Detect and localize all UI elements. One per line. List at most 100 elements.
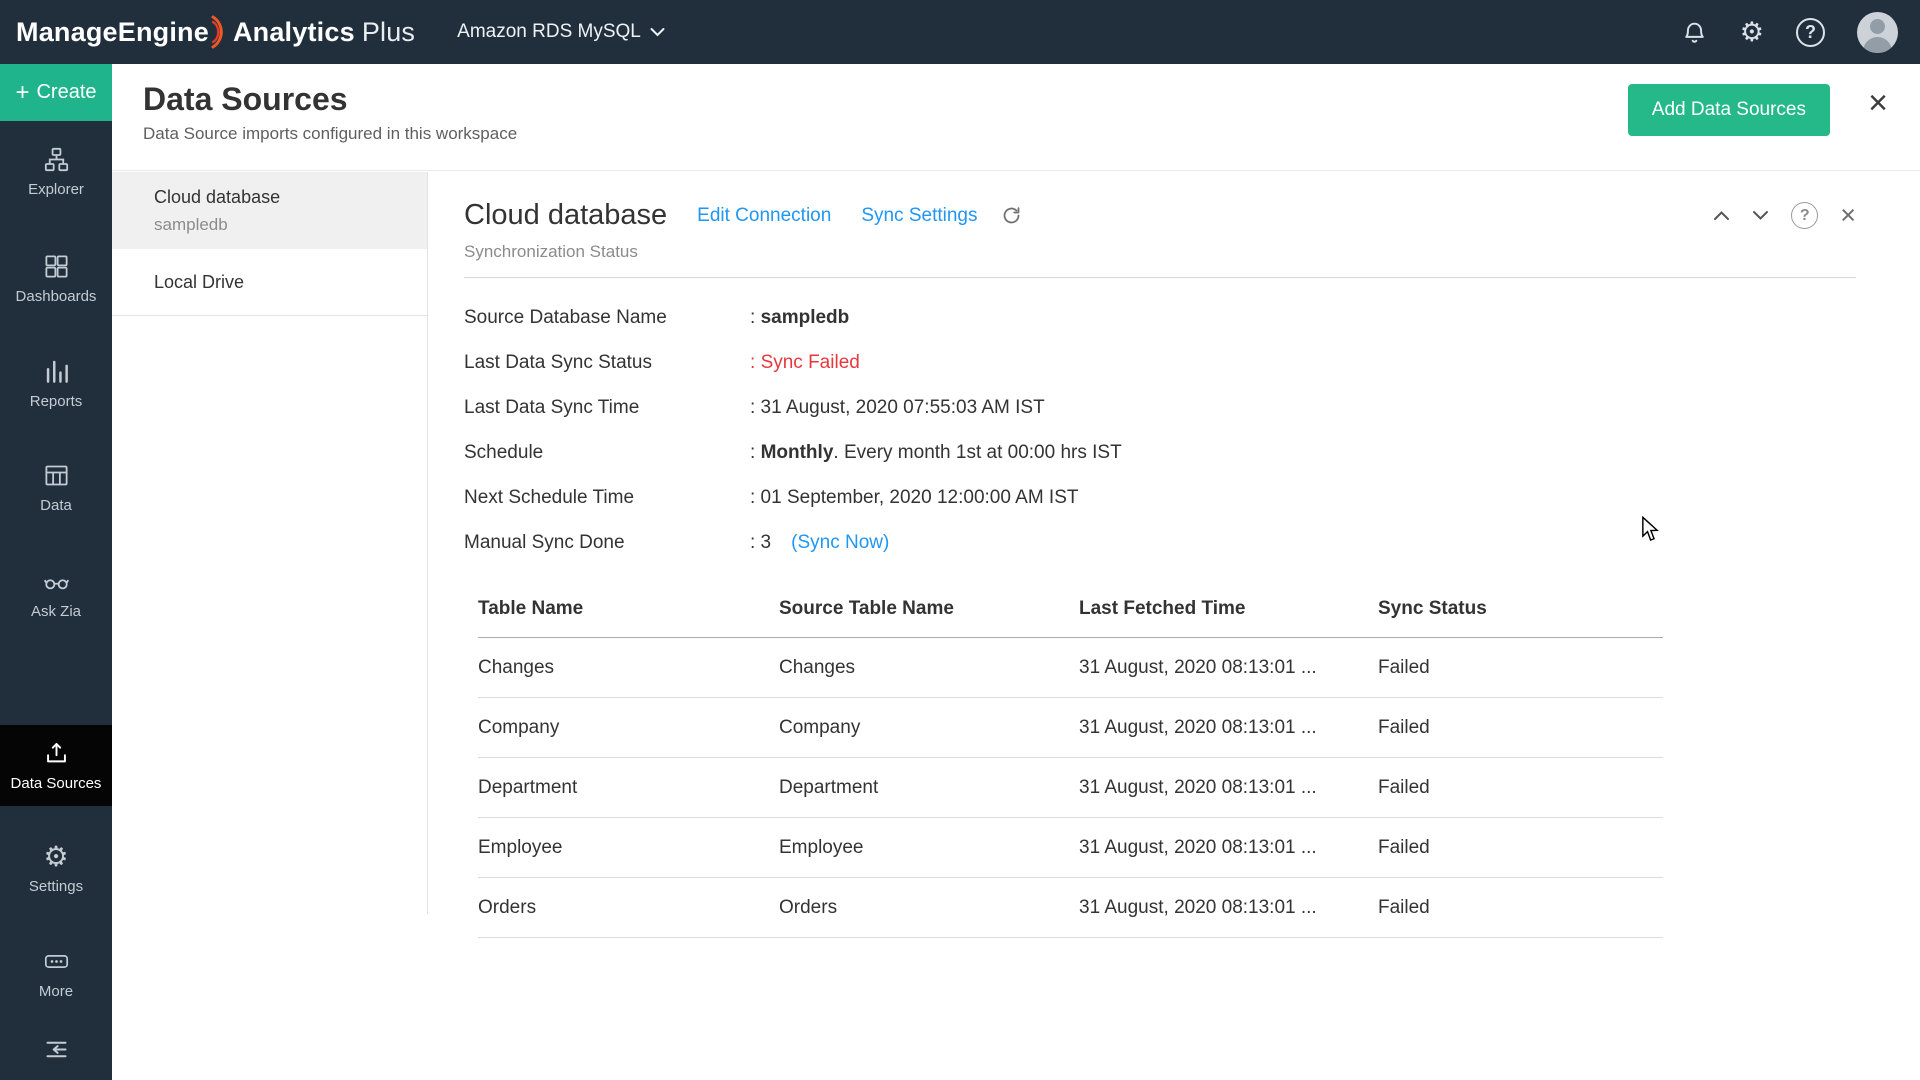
detail-title: Cloud database xyxy=(464,199,667,232)
sidebar-item-label: Reports xyxy=(30,393,83,410)
sync-table-head: Table Name Source Table Name Last Fetche… xyxy=(478,598,1663,638)
info-value: : Sync Failed xyxy=(750,351,860,374)
sidebar-item-data-sources[interactable]: Data Sources xyxy=(0,725,112,806)
ask-zia-icon xyxy=(43,568,70,595)
info-value: : Monthly. Every month 1st at 00:00 hrs … xyxy=(750,441,1122,464)
brand-swoosh-icon xyxy=(211,15,227,49)
detail-close-icon[interactable]: × xyxy=(1840,202,1856,229)
help-question-mark: ? xyxy=(1796,18,1825,47)
sync-settings-link[interactable]: Sync Settings xyxy=(861,205,977,227)
settings-gear-icon[interactable]: ⚙ xyxy=(1740,19,1764,46)
page-subtitle: Data Source imports configured in this w… xyxy=(143,124,517,144)
info-label: Schedule xyxy=(464,441,750,464)
info-row-schedule: Schedule : Monthly. Every month 1st at 0… xyxy=(464,441,1856,464)
info-label: Last Data Sync Status xyxy=(464,351,750,374)
table-cell: 31 August, 2020 08:13:01 ... xyxy=(1079,758,1378,818)
table-cell: Failed xyxy=(1378,638,1663,698)
detail-controls: ? × xyxy=(1713,202,1856,229)
plus-icon: + xyxy=(15,81,29,105)
info-row-next-schedule: Next Schedule Time : 01 September, 2020 … xyxy=(464,486,1856,509)
info-value: : 3(Sync Now) xyxy=(750,531,889,554)
table-cell: 31 August, 2020 08:13:01 ... xyxy=(1079,638,1378,698)
avatar-torso xyxy=(1863,37,1892,53)
chevron-up-icon[interactable] xyxy=(1713,210,1730,221)
collapse-sidebar-icon xyxy=(43,1036,70,1063)
topbar-actions: ⚙ ? xyxy=(1681,12,1898,53)
content-area: Cloud database sampledb Local Drive Clou… xyxy=(112,172,1920,1080)
settings-gear-icon: ⚙ xyxy=(43,843,68,870)
sync-status-failed: : xyxy=(750,352,761,373)
help-question-mark: ? xyxy=(1791,202,1818,229)
info-value: : sampledb xyxy=(750,306,849,329)
source-item-local-drive[interactable]: Local Drive xyxy=(112,249,427,316)
workspace-selector[interactable]: Amazon RDS MySQL xyxy=(457,21,665,43)
column-header-source-table-name: Source Table Name xyxy=(779,598,1079,638)
table-cell: Orders xyxy=(779,878,1079,938)
add-data-sources-button[interactable]: Add Data Sources xyxy=(1628,84,1830,136)
table-cell: Employee xyxy=(478,818,779,878)
table-row: ChangesChanges31 August, 2020 08:13:01 .… xyxy=(478,638,1663,698)
dashboards-icon xyxy=(43,253,70,280)
table-cell: Employee xyxy=(779,818,1079,878)
sync-now-link[interactable]: (Sync Now) xyxy=(791,532,889,553)
info-label: Next Schedule Time xyxy=(464,486,750,509)
sync-table-body: ChangesChanges31 August, 2020 08:13:01 .… xyxy=(478,638,1663,938)
info-row-source-db: Source Database Name : sampledb xyxy=(464,306,1856,329)
detail-header: Cloud database Edit Connection Sync Sett… xyxy=(464,199,1856,232)
source-subtitle: sampledb xyxy=(154,215,413,235)
sidebar-item-dashboards[interactable]: Dashboards xyxy=(0,253,112,305)
source-list-panel: Cloud database sampledb Local Drive xyxy=(112,172,428,914)
sidebar-item-reports[interactable]: Reports xyxy=(0,358,112,410)
page-header: Data Sources Data Source imports configu… xyxy=(112,64,1920,171)
user-avatar[interactable] xyxy=(1857,12,1898,53)
sidebar-item-more[interactable]: More xyxy=(0,948,112,1000)
brand-logo: ManageEngine Analytics Plus xyxy=(16,15,415,49)
info-row-sync-time: Last Data Sync Time : 31 August, 2020 07… xyxy=(464,396,1856,419)
help-icon[interactable]: ? xyxy=(1796,18,1825,47)
table-cell: Failed xyxy=(1378,818,1663,878)
create-button[interactable]: + Create xyxy=(0,64,112,121)
sync-info-block: Source Database Name : sampledb Last Dat… xyxy=(464,306,1856,554)
sidebar-item-label: Explorer xyxy=(28,181,84,198)
sidebar-item-label: Data Sources xyxy=(11,775,102,792)
chevron-down-icon[interactable] xyxy=(1752,210,1769,221)
close-page-icon[interactable]: × xyxy=(1868,86,1888,120)
detail-help-icon[interactable]: ? xyxy=(1791,202,1818,229)
data-sources-icon xyxy=(43,740,70,767)
detail-divider xyxy=(464,277,1856,278)
avatar-head xyxy=(1870,19,1885,34)
sync-table: Table Name Source Table Name Last Fetche… xyxy=(478,598,1663,938)
more-ellipsis-icon xyxy=(43,948,70,975)
workspace-name: Amazon RDS MySQL xyxy=(457,21,641,43)
sidebar-item-data[interactable]: Data xyxy=(0,462,112,514)
sidebar-item-label: More xyxy=(39,983,73,1000)
source-name: Cloud database xyxy=(154,187,413,208)
sidebar-item-label: Ask Zia xyxy=(31,603,81,620)
source-item-cloud-database[interactable]: Cloud database sampledb xyxy=(112,172,427,249)
page-title: Data Sources xyxy=(143,81,348,118)
table-row: DepartmentDepartment31 August, 2020 08:1… xyxy=(478,758,1663,818)
source-detail-panel: Cloud database Edit Connection Sync Sett… xyxy=(428,172,1920,1080)
table-cell: Company xyxy=(478,698,779,758)
refresh-icon[interactable] xyxy=(1001,205,1022,226)
sidebar-item-ask-zia[interactable]: Ask Zia xyxy=(0,568,112,620)
table-cell: Failed xyxy=(1378,758,1663,818)
sidebar-collapse-toggle[interactable] xyxy=(0,1036,112,1063)
reports-icon xyxy=(43,358,70,385)
data-table-icon xyxy=(43,462,70,489)
info-value: : 31 August, 2020 07:55:03 AM IST xyxy=(750,396,1045,419)
info-value: : 01 September, 2020 12:00:00 AM IST xyxy=(750,486,1079,509)
notifications-bell-icon[interactable] xyxy=(1681,19,1708,46)
table-cell: Changes xyxy=(478,638,779,698)
sidebar-item-explorer[interactable]: Explorer xyxy=(0,146,112,198)
column-header-sync-status: Sync Status xyxy=(1378,598,1663,638)
sidebar-item-settings[interactable]: ⚙ Settings xyxy=(0,843,112,895)
brand-engine: Engine xyxy=(118,17,209,48)
source-name: Local Drive xyxy=(154,272,413,293)
sidebar: + Create Explorer Dashboards Reports Dat… xyxy=(0,64,112,1080)
table-cell: Department xyxy=(478,758,779,818)
table-cell: Failed xyxy=(1378,698,1663,758)
table-cell: Company xyxy=(779,698,1079,758)
info-row-manual-sync: Manual Sync Done : 3(Sync Now) xyxy=(464,531,1856,554)
edit-connection-link[interactable]: Edit Connection xyxy=(697,205,831,227)
